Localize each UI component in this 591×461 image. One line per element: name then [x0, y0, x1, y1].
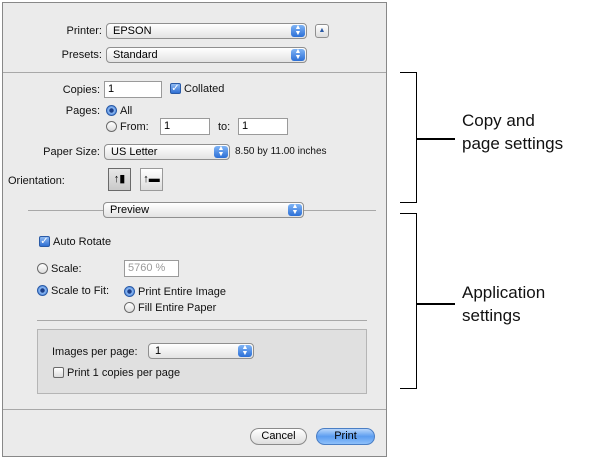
print-entire-image-radio[interactable]	[124, 286, 135, 297]
application-callout-line	[417, 303, 455, 305]
paper-size-value: US Letter	[111, 146, 158, 158]
images-per-page-label: Images per page:	[52, 346, 138, 358]
paper-size-select[interactable]: US Letter ▲ ▼	[104, 144, 230, 160]
pages-from-radio[interactable]	[106, 121, 117, 132]
copy-page-bracket	[400, 72, 417, 203]
popup-arrows-icon: ▲ ▼	[238, 344, 252, 357]
print-button[interactable]: Print	[316, 428, 375, 445]
scale-field[interactable]: 5760 %	[124, 260, 179, 277]
copies-label: Copies:	[62, 84, 100, 96]
pages-to-label: to:	[218, 121, 231, 133]
landscape-icon: ↑▬	[143, 173, 160, 185]
pages-from-field[interactable]: 1	[160, 118, 210, 135]
divider	[3, 409, 386, 410]
divider	[3, 72, 386, 73]
popup-arrows-icon: ▲ ▼	[291, 24, 305, 37]
print-copies-per-page-checkbox[interactable]	[53, 367, 64, 378]
scale-to-fit-radio[interactable]	[37, 285, 48, 296]
application-callout: Application settings	[462, 281, 545, 327]
copies-field[interactable]: 1	[104, 81, 162, 98]
scale-to-fit-label: Scale to Fit:	[51, 285, 110, 297]
printer-label: Printer:	[66, 25, 102, 37]
paper-dimensions: 8.50 by 11.00 inches	[235, 146, 327, 157]
application-callout-line2: settings	[462, 306, 521, 325]
portrait-icon: ↑▮	[113, 173, 126, 185]
copy-page-callout-line1: Copy and	[462, 111, 535, 130]
copy-page-callout-line	[417, 138, 455, 140]
application-callout-line1: Application	[462, 283, 546, 302]
collated-label: Collated	[184, 83, 225, 95]
orientation-portrait-button[interactable]: ↑▮	[108, 168, 131, 191]
pages-all-radio[interactable]	[106, 105, 117, 116]
print-copies-per-page-label: Print 1 copies per page	[67, 367, 181, 379]
auto-rotate-checkbox[interactable]: ✓	[39, 236, 50, 247]
panel-select-value: Preview	[110, 204, 150, 216]
cancel-button[interactable]: Cancel	[250, 428, 307, 445]
printer-value: EPSON	[113, 25, 152, 37]
presets-value: Standard	[113, 49, 158, 61]
presets-select[interactable]: Standard ▲ ▼	[106, 47, 307, 63]
printer-select[interactable]: EPSON ▲ ▼	[106, 23, 307, 39]
orientation-label: Orientation:	[8, 175, 65, 187]
popup-arrows-icon: ▲ ▼	[291, 48, 305, 61]
pages-all-label: All	[120, 105, 133, 117]
collated-checkbox[interactable]: ✓	[170, 83, 181, 94]
print-entire-image-label: Print Entire Image	[138, 286, 227, 298]
popup-arrows-icon: ▲ ▼	[214, 145, 228, 158]
auto-rotate-label: Auto Rotate	[53, 236, 112, 248]
images-per-page-select[interactable]: 1 ▲ ▼	[148, 343, 254, 359]
scale-label: Scale:	[51, 263, 82, 275]
fill-entire-paper-label: Fill Entire Paper	[138, 302, 217, 314]
scale-radio[interactable]	[37, 263, 48, 274]
application-bracket	[400, 213, 417, 389]
divider	[37, 320, 367, 321]
fill-entire-paper-radio[interactable]	[124, 302, 135, 313]
pages-to-field[interactable]: 1	[238, 118, 288, 135]
presets-label: Presets:	[61, 49, 102, 61]
pages-from-label: From:	[120, 121, 149, 133]
expand-toggle-button[interactable]: ▲	[315, 24, 329, 38]
popup-arrows-icon: ▲ ▼	[288, 203, 302, 216]
copy-page-callout-line2: page settings	[462, 134, 564, 153]
copy-page-callout: Copy and page settings	[462, 109, 563, 155]
paper-size-label: Paper Size:	[43, 146, 100, 158]
layout-group-box	[37, 329, 367, 394]
images-per-page-value: 1	[155, 345, 162, 357]
panel-select[interactable]: Preview ▲ ▼	[103, 202, 304, 218]
pages-label: Pages:	[65, 105, 100, 117]
orientation-landscape-button[interactable]: ↑▬	[140, 168, 163, 191]
